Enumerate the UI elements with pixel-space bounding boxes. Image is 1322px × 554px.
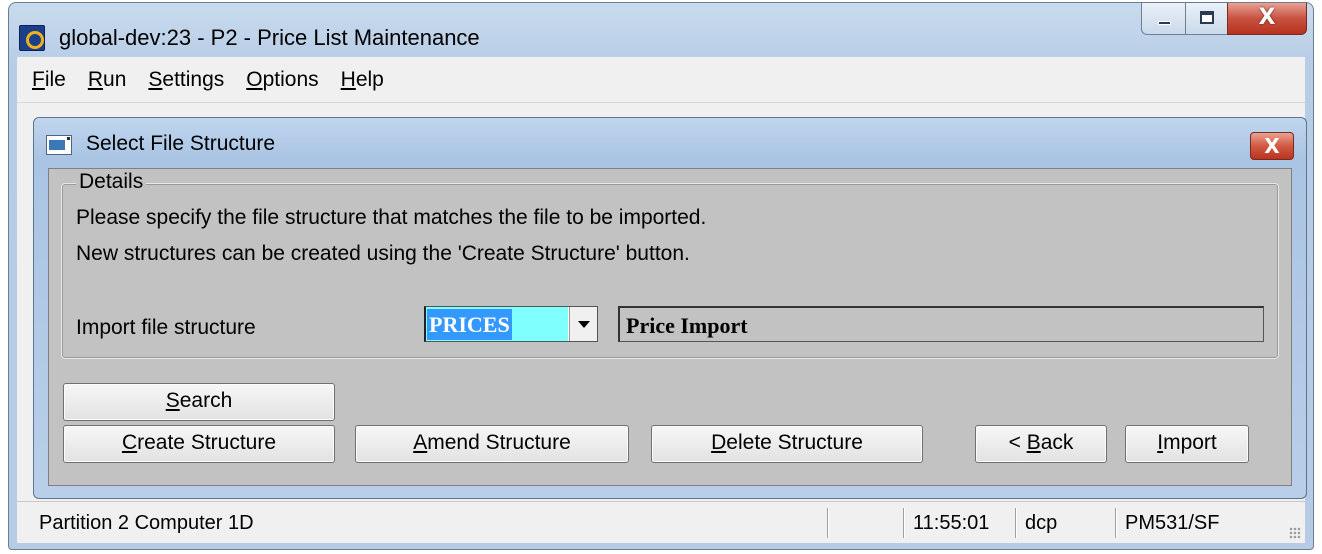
app-icon[interactable]	[19, 25, 45, 51]
create-structure-button[interactable]: Create Structure	[63, 425, 335, 463]
instruction-line-1: Please specify the file structure that m…	[76, 206, 707, 229]
close-icon: X	[1258, 5, 1276, 30]
menu-options-label: ptions	[262, 67, 319, 91]
import-button-label: mport	[1163, 431, 1217, 454]
status-partition: Partition 2 Computer 1D	[39, 512, 254, 534]
dialog-close-button[interactable]: X	[1250, 132, 1294, 160]
menu-help[interactable]: Help	[338, 66, 387, 94]
back-button-label: ack	[1040, 431, 1074, 454]
status-separator	[1015, 508, 1017, 538]
maximize-button[interactable]	[1185, 3, 1227, 35]
structure-description-field: Price Import	[618, 306, 1264, 342]
menu-help-accel: H	[340, 67, 356, 91]
status-separator	[827, 508, 829, 538]
details-group-label: Details	[76, 170, 147, 194]
status-time: 11:55:01	[913, 512, 990, 534]
amend-button-label: mend Structure	[427, 431, 571, 454]
status-separator	[1115, 508, 1117, 538]
back-button-prefix: <	[1008, 431, 1027, 454]
search-button-accel: S	[165, 389, 180, 412]
dialog-window-icon	[46, 135, 72, 155]
close-button[interactable]: X	[1227, 3, 1307, 35]
back-button[interactable]: < Back	[975, 425, 1107, 463]
minimize-button[interactable]	[1141, 3, 1185, 35]
menu-file-accel: F	[32, 67, 45, 91]
import-button[interactable]: Import	[1125, 425, 1249, 463]
amend-button-accel: A	[413, 431, 428, 454]
menu-file[interactable]: File	[29, 66, 69, 94]
dialog-title: Select File Structure	[86, 132, 276, 155]
combo-value-field[interactable]: PRICES	[426, 307, 568, 341]
instruction-line-2: New structures can be created using the …	[76, 242, 690, 265]
delete-structure-button[interactable]: Delete Structure	[651, 425, 923, 463]
combo-selected-text: PRICES	[427, 309, 512, 340]
create-button-label: reate Structure	[137, 431, 277, 454]
amend-structure-button[interactable]: Amend Structure	[355, 425, 629, 463]
menu-run[interactable]: Run	[85, 66, 130, 94]
create-button-accel: C	[121, 431, 138, 454]
select-file-structure-dialog: Select File Structure X Details Please s…	[33, 117, 1307, 499]
status-user: dcp	[1025, 512, 1058, 534]
menu-settings[interactable]: Settings	[145, 66, 227, 94]
import-file-structure-combo[interactable]: PRICES	[424, 306, 598, 342]
status-program: PM531/SF	[1125, 512, 1220, 534]
dialog-body: Details Please specify the file structur…	[48, 168, 1292, 486]
back-button-accel: B	[1026, 431, 1041, 454]
menu-settings-label: ettings	[162, 67, 225, 91]
menu-settings-accel: S	[148, 67, 163, 91]
chevron-down-icon[interactable]	[569, 307, 597, 341]
structure-description-text: Price Import	[626, 313, 748, 338]
search-button[interactable]: Search	[63, 383, 335, 421]
search-button-label: earch	[179, 389, 233, 412]
menu-help-label: elp	[355, 67, 384, 91]
status-separator	[903, 508, 905, 538]
menu-bar: File Run Settings Options Help	[17, 57, 1305, 103]
maximize-icon	[1200, 11, 1214, 24]
status-bar: Partition 2 Computer 1D 11:55:01 dcp PM5…	[17, 501, 1305, 543]
menu-run-accel: R	[87, 67, 104, 91]
window-controls: X	[1141, 3, 1307, 37]
delete-button-label: elete Structure	[726, 431, 863, 454]
import-file-structure-label: Import file structure	[76, 316, 256, 339]
menu-run-label: un	[103, 67, 127, 91]
window-title: global-dev:23 - P2 - Price List Maintena…	[59, 25, 480, 50]
main-window: global-dev:23 - P2 - Price List Maintena…	[8, 2, 1314, 550]
client-area: Select File Structure X Details Please s…	[17, 103, 1307, 501]
title-bar[interactable]: global-dev:23 - P2 - Price List Maintena…	[9, 3, 1313, 57]
details-group: Details Please specify the file structur…	[61, 170, 1279, 359]
resize-grip-icon[interactable]	[1289, 527, 1301, 539]
minimize-icon	[1158, 21, 1171, 25]
delete-button-accel: D	[711, 431, 727, 454]
menu-file-label: ile	[44, 67, 66, 91]
menu-options[interactable]: Options	[243, 66, 321, 94]
menu-options-accel: O	[246, 67, 263, 91]
